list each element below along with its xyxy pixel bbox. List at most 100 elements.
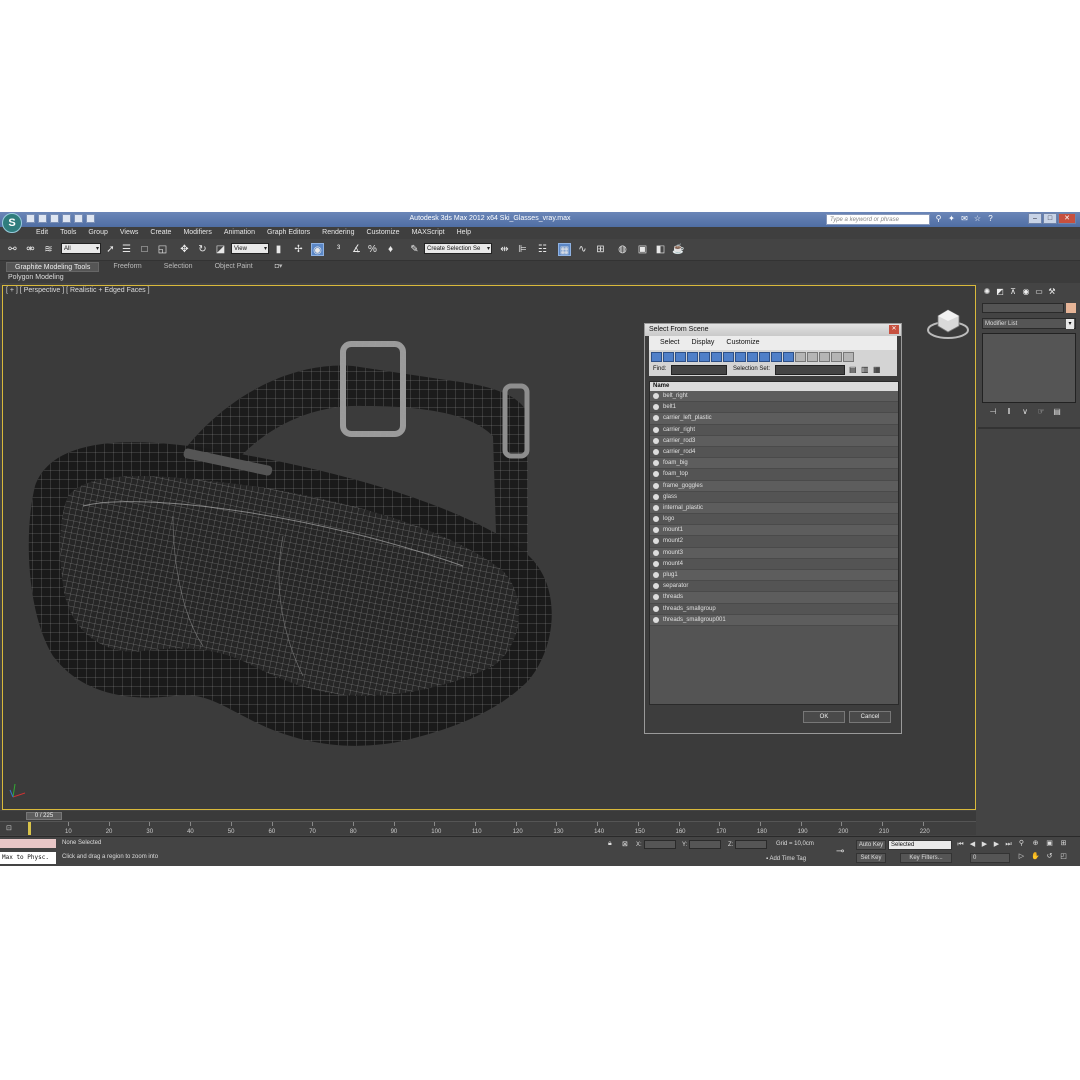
field-of-view-icon[interactable]: ▷ <box>1016 852 1027 862</box>
filter-icon[interactable] <box>843 352 854 362</box>
motion-tab-icon[interactable]: ◉ <box>1021 287 1031 297</box>
ribbon-options-icon[interactable]: ◘▾ <box>267 262 291 272</box>
display-xrefs-icon[interactable] <box>735 352 746 362</box>
absolute-mode-icon[interactable]: ⊠ <box>622 840 628 848</box>
select-by-name-icon[interactable]: ☰ <box>120 243 133 256</box>
select-none-icon[interactable]: ▥ <box>861 365 869 374</box>
window-crossing-icon[interactable]: ◱ <box>156 243 169 256</box>
help-icon[interactable]: ? <box>986 214 995 224</box>
menu-rendering[interactable]: Rendering <box>316 227 360 239</box>
list-item[interactable]: mount3 <box>650 547 898 559</box>
dialog-menu-customize[interactable]: Customize <box>721 336 764 350</box>
scale-icon[interactable]: ◪ <box>214 243 227 256</box>
orbit-icon[interactable]: ↺ <box>1044 852 1055 862</box>
menu-views[interactable]: Views <box>114 227 145 239</box>
graphite-ribbon-icon[interactable]: ▦ <box>558 243 571 256</box>
current-frame-input[interactable]: 0 <box>970 853 1010 863</box>
close-icon[interactable]: ✕ <box>1058 213 1076 224</box>
zoom-extents-all-icon[interactable]: ⊞ <box>1058 839 1069 849</box>
menu-animation[interactable]: Animation <box>218 227 261 239</box>
named-selection-set-dropdown[interactable]: Create Selection Se <box>424 243 492 255</box>
list-item[interactable]: belt1 <box>650 402 898 414</box>
hierarchy-tab-icon[interactable]: ⊼ <box>1008 287 1018 297</box>
link-icon[interactable]: ⚯ <box>6 243 19 256</box>
list-item[interactable]: threads_smallgroup <box>650 604 898 615</box>
next-frame-icon[interactable]: ▶ <box>992 840 1001 849</box>
list-item[interactable]: carrier_left_plastic <box>650 413 898 425</box>
rotate-icon[interactable]: ↻ <box>196 243 209 256</box>
x-coord-input[interactable] <box>643 840 676 849</box>
rectangular-selection-icon[interactable]: □ <box>138 243 151 256</box>
create-tab-icon[interactable]: ✺ <box>982 287 992 297</box>
tab-object-paint[interactable]: Object Paint <box>207 262 261 272</box>
list-item[interactable]: mount1 <box>650 525 898 537</box>
display-none-icon[interactable] <box>807 352 818 362</box>
time-slider[interactable]: 0 / 225 <box>0 811 976 821</box>
display-groups-icon[interactable] <box>723 352 734 362</box>
communication-icon[interactable]: ✉ <box>960 214 969 224</box>
key-filters-button[interactable]: Key Filters... <box>900 853 952 863</box>
pivot-center-icon[interactable]: ▮ <box>272 243 285 256</box>
viewcube-gizmo[interactable] <box>926 306 970 340</box>
track-bar[interactable]: ⊡ 10 20 30 40 50 60 70 80 90 100 110 120 130 140 150 16… <box>0 821 976 835</box>
display-helpers-icon[interactable] <box>699 352 710 362</box>
maxscript-listener-mini[interactable] <box>0 839 56 848</box>
z-coord-input[interactable] <box>735 840 768 849</box>
list-item[interactable]: carrier_rod4 <box>650 447 898 459</box>
go-to-end-icon[interactable]: ⏭ <box>1004 840 1013 849</box>
play-icon[interactable]: ▶ <box>980 840 989 849</box>
schematic-view-icon[interactable]: ⊞ <box>594 243 607 256</box>
selection-set-dropdown[interactable] <box>775 365 845 375</box>
select-invert-icon[interactable]: ▦ <box>873 365 881 374</box>
favorites-icon[interactable]: ☆ <box>973 214 982 224</box>
zoom-icon[interactable]: ⚲ <box>1016 839 1027 849</box>
go-to-start-icon[interactable]: ⏮ <box>956 840 965 849</box>
modify-tab-icon[interactable]: ◩ <box>995 287 1005 297</box>
list-item[interactable]: mount2 <box>650 536 898 548</box>
list-item[interactable]: glass <box>650 492 898 503</box>
reference-coordinate-dropdown[interactable]: View <box>231 243 269 255</box>
pan-icon[interactable]: ✋ <box>1030 852 1041 862</box>
layer-manager-icon[interactable]: ☷ <box>536 243 549 256</box>
ribbon-panel-polygon-modeling[interactable]: Polygon Modeling <box>8 273 64 282</box>
move-icon[interactable]: ✥ <box>178 243 191 256</box>
angle-snap-icon[interactable]: ∡ <box>350 243 363 256</box>
current-frame-marker[interactable] <box>28 822 31 835</box>
configure-modifier-sets-icon[interactable]: ▤ <box>1052 407 1062 417</box>
select-manipulate-icon[interactable]: ✢ <box>292 243 305 256</box>
previous-frame-icon[interactable]: ◀ <box>968 840 977 849</box>
list-item[interactable]: frame_goggles <box>650 480 898 492</box>
render-setup-icon[interactable]: ▣ <box>636 243 649 256</box>
auto-key-button[interactable]: Auto Key <box>856 840 886 850</box>
search-input[interactable]: Type a keyword or phrase <box>826 214 930 225</box>
keyboard-shortcut-override-icon[interactable]: ◉ <box>311 243 324 256</box>
menu-modifiers[interactable]: Modifiers <box>177 227 217 239</box>
object-color-swatch[interactable] <box>1066 303 1076 313</box>
set-key-button[interactable]: Set Key <box>856 853 886 863</box>
list-item[interactable]: mount4 <box>650 559 898 570</box>
pin-stack-icon[interactable]: ⊣ <box>988 407 998 417</box>
edit-named-selection-icon[interactable]: ✎ <box>408 243 421 256</box>
list-item[interactable]: internal_plastic <box>650 502 898 515</box>
utilities-tab-icon[interactable]: ⚒ <box>1047 287 1057 297</box>
selection-lock-icon[interactable]: 🔒︎ <box>608 840 612 848</box>
display-tab-icon[interactable]: ▭ <box>1034 287 1044 297</box>
key-mode-dropdown[interactable]: Selected <box>888 840 952 850</box>
menu-tools[interactable]: Tools <box>54 227 82 239</box>
invert-display-icon[interactable] <box>819 352 830 362</box>
project-folder-icon[interactable] <box>86 214 95 223</box>
tab-freeform[interactable]: Freeform <box>105 262 149 272</box>
display-lights-icon[interactable] <box>675 352 686 362</box>
menu-edit[interactable]: Edit <box>30 227 54 239</box>
new-file-icon[interactable] <box>26 214 35 223</box>
display-all-icon[interactable] <box>795 352 806 362</box>
menu-graph-editors[interactable]: Graph Editors <box>261 227 316 239</box>
subscription-icon[interactable]: ✦ <box>947 214 956 224</box>
snaps-toggle-icon[interactable]: ³ <box>332 243 345 256</box>
list-item[interactable]: threads <box>650 592 898 604</box>
modifier-list-dropdown[interactable]: Modifier List <box>982 318 1076 329</box>
tab-selection[interactable]: Selection <box>156 262 201 272</box>
redo-icon[interactable] <box>74 214 83 223</box>
object-name-field[interactable] <box>982 303 1064 313</box>
display-shapes-icon[interactable] <box>663 352 674 362</box>
